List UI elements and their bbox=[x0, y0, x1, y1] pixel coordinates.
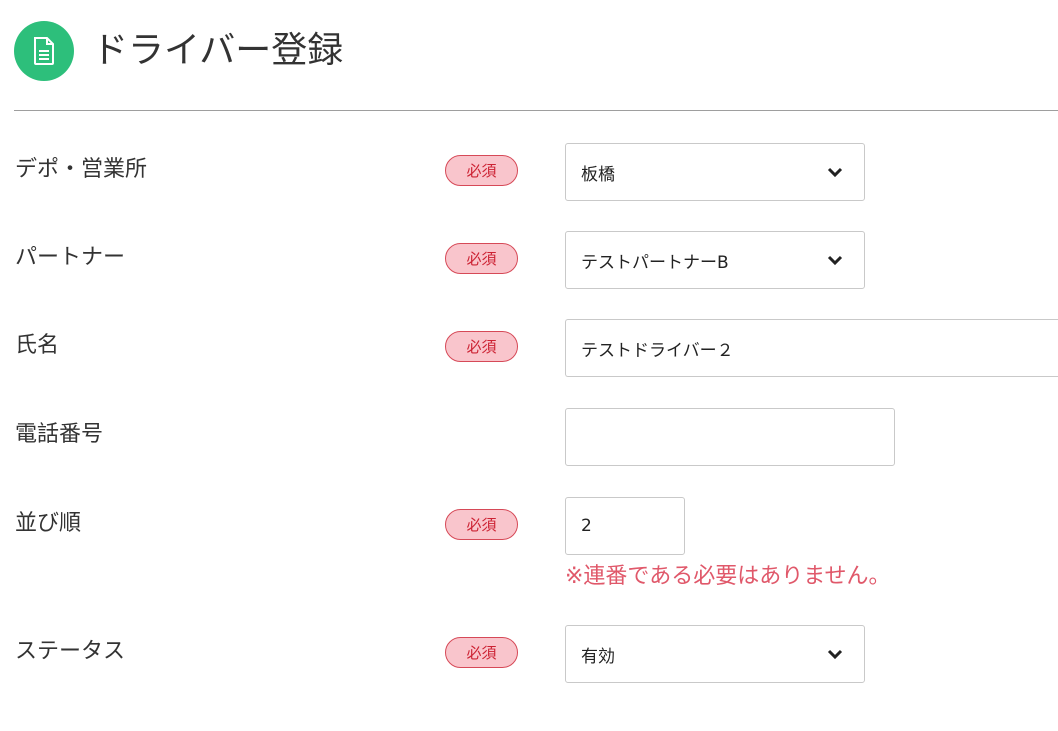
depot-select-value: 板橋 bbox=[581, 164, 615, 185]
required-badge: 必須 bbox=[445, 331, 518, 362]
document-icon bbox=[14, 21, 74, 81]
required-badge: 必須 bbox=[445, 637, 518, 668]
status-select-value: 有効 bbox=[581, 646, 615, 667]
field-label-depot: デポ・営業所 bbox=[15, 157, 148, 182]
status-select[interactable]: 有効 bbox=[565, 625, 865, 683]
partner-select[interactable]: テストパートナーB bbox=[565, 231, 865, 289]
phone-input[interactable] bbox=[565, 408, 895, 466]
required-badge: 必須 bbox=[445, 243, 518, 274]
field-label-name: 氏名 bbox=[15, 333, 60, 358]
sort-order-hint: ※連番である必要はありません。 bbox=[565, 564, 891, 589]
field-label-partner: パートナー bbox=[15, 245, 126, 270]
chevron-down-icon bbox=[826, 254, 844, 266]
name-input-value: テストドライバー２ bbox=[581, 340, 734, 361]
depot-select[interactable]: 板橋 bbox=[565, 143, 865, 201]
sort-order-input-value: 2 bbox=[581, 516, 592, 536]
field-label-phone: 電話番号 bbox=[15, 422, 104, 447]
chevron-down-icon bbox=[826, 648, 844, 660]
name-input[interactable]: テストドライバー２ bbox=[565, 319, 1058, 377]
field-label-sort-order: 並び順 bbox=[15, 511, 82, 536]
page-header: ドライバー登録 bbox=[14, 20, 343, 82]
sort-order-input[interactable]: 2 bbox=[565, 497, 685, 555]
field-label-status: ステータス bbox=[15, 639, 126, 664]
partner-select-value: テストパートナーB bbox=[581, 252, 729, 273]
page-title: ドライバー登録 bbox=[92, 30, 344, 71]
driver-registration-page: ドライバー登録 デポ・営業所 必須 板橋 パートナー 必須 テストパートナーB … bbox=[0, 0, 1058, 731]
required-badge: 必須 bbox=[445, 155, 518, 186]
chevron-down-icon bbox=[826, 166, 844, 178]
required-badge: 必須 bbox=[445, 509, 518, 540]
header-divider bbox=[14, 110, 1058, 111]
